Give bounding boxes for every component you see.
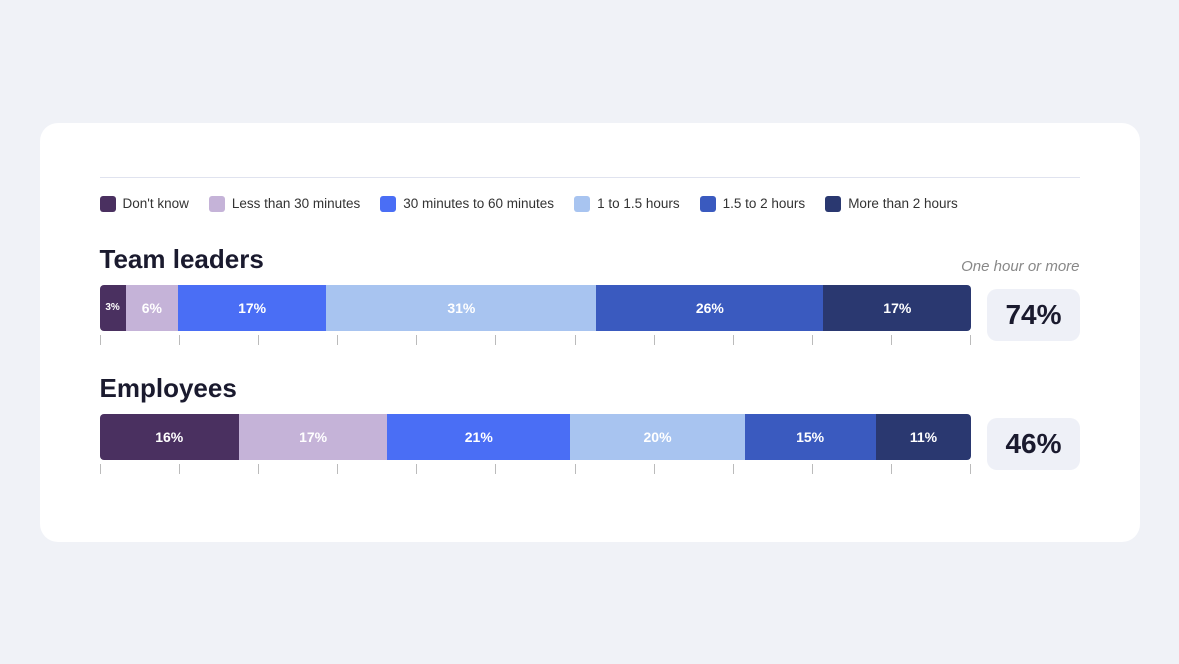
tick-mark — [812, 464, 813, 474]
tick-mark — [812, 335, 813, 345]
summary-badge-employees: 46% — [987, 418, 1079, 470]
bar-segment-employees-4: 15% — [745, 414, 876, 460]
tick-mark — [495, 335, 496, 345]
bar-row-team-leaders: 3%6%17%31%26%17%74% — [100, 285, 1080, 345]
legend-swatch-30-60 — [380, 196, 396, 212]
legend-item-less-30: Less than 30 minutes — [209, 196, 360, 212]
bar-segment-team-leaders-4: 26% — [596, 285, 823, 331]
bar-team-leaders: 3%6%17%31%26%17% — [100, 285, 972, 331]
tick-mark — [100, 464, 101, 474]
legend-label-1-1.5: 1 to 1.5 hours — [597, 196, 680, 211]
legend-label-more-2: More than 2 hours — [848, 196, 958, 211]
tick-row-team-leaders — [100, 331, 972, 345]
legend-swatch-1.5-2 — [700, 196, 716, 212]
legend-item-dont-know: Don't know — [100, 196, 189, 212]
legend-swatch-dont-know — [100, 196, 116, 212]
bar-segment-employees-1: 17% — [239, 414, 387, 460]
one-hour-label-team-leaders: One hour or more — [961, 258, 1079, 275]
section-header-employees: Employees — [100, 373, 1080, 404]
section-title-team-leaders: Team leaders — [100, 244, 264, 275]
legend-label-dont-know: Don't know — [123, 196, 189, 211]
title-divider — [100, 177, 1080, 178]
tick-row-employees — [100, 460, 972, 474]
legend-label-less-30: Less than 30 minutes — [232, 196, 360, 211]
tick-mark — [337, 335, 338, 345]
bar-segment-team-leaders-1: 6% — [126, 285, 178, 331]
tick-mark — [654, 464, 655, 474]
tick-mark — [100, 335, 101, 345]
tick-mark — [258, 464, 259, 474]
bar-segment-team-leaders-3: 31% — [326, 285, 596, 331]
tick-mark — [891, 335, 892, 345]
tick-mark — [337, 464, 338, 474]
legend-item-30-60: 30 minutes to 60 minutes — [380, 196, 554, 212]
bar-segment-employees-2: 21% — [387, 414, 570, 460]
summary-badge-team-leaders: 74% — [987, 289, 1079, 341]
main-card: Don't know Less than 30 minutes 30 minut… — [40, 123, 1140, 542]
legend-label-1.5-2: 1.5 to 2 hours — [723, 196, 806, 211]
tick-mark — [258, 335, 259, 345]
bar-container-employees: 16%17%21%20%15%11% — [100, 414, 972, 474]
tick-mark — [575, 335, 576, 345]
tick-mark — [733, 335, 734, 345]
tick-mark — [970, 464, 971, 474]
legend-swatch-1-1.5 — [574, 196, 590, 212]
legend-label-30-60: 30 minutes to 60 minutes — [403, 196, 554, 211]
section-team-leaders: Team leaders One hour or more 3%6%17%31%… — [100, 244, 1080, 345]
legend-item-more-2: More than 2 hours — [825, 196, 958, 212]
tick-mark — [891, 464, 892, 474]
tick-mark — [733, 464, 734, 474]
bar-segment-employees-3: 20% — [570, 414, 744, 460]
bar-segment-team-leaders-5: 17% — [823, 285, 971, 331]
tick-mark — [654, 335, 655, 345]
section-employees: Employees 16%17%21%20%15%11% 46% — [100, 373, 1080, 474]
bar-container-team-leaders: 3%6%17%31%26%17% — [100, 285, 972, 345]
bar-employees: 16%17%21%20%15%11% — [100, 414, 972, 460]
section-title-employees: Employees — [100, 373, 237, 404]
legend: Don't know Less than 30 minutes 30 minut… — [100, 196, 1080, 212]
bar-segment-team-leaders-2: 17% — [178, 285, 326, 331]
bar-row-employees: 16%17%21%20%15%11% 46% — [100, 414, 1080, 474]
bar-segment-employees-5: 11% — [876, 414, 972, 460]
legend-item-1-1.5: 1 to 1.5 hours — [574, 196, 680, 212]
legend-swatch-more-2 — [825, 196, 841, 212]
legend-item-1.5-2: 1.5 to 2 hours — [700, 196, 806, 212]
legend-swatch-less-30 — [209, 196, 225, 212]
tick-mark — [416, 464, 417, 474]
tick-mark — [416, 335, 417, 345]
tick-mark — [970, 335, 971, 345]
bar-segment-employees-0: 16% — [100, 414, 240, 460]
bar-segment-team-leaders-0: 3% — [100, 285, 126, 331]
tick-mark — [179, 335, 180, 345]
section-header-team-leaders: Team leaders One hour or more — [100, 244, 1080, 275]
tick-mark — [495, 464, 496, 474]
tick-mark — [575, 464, 576, 474]
tick-mark — [179, 464, 180, 474]
